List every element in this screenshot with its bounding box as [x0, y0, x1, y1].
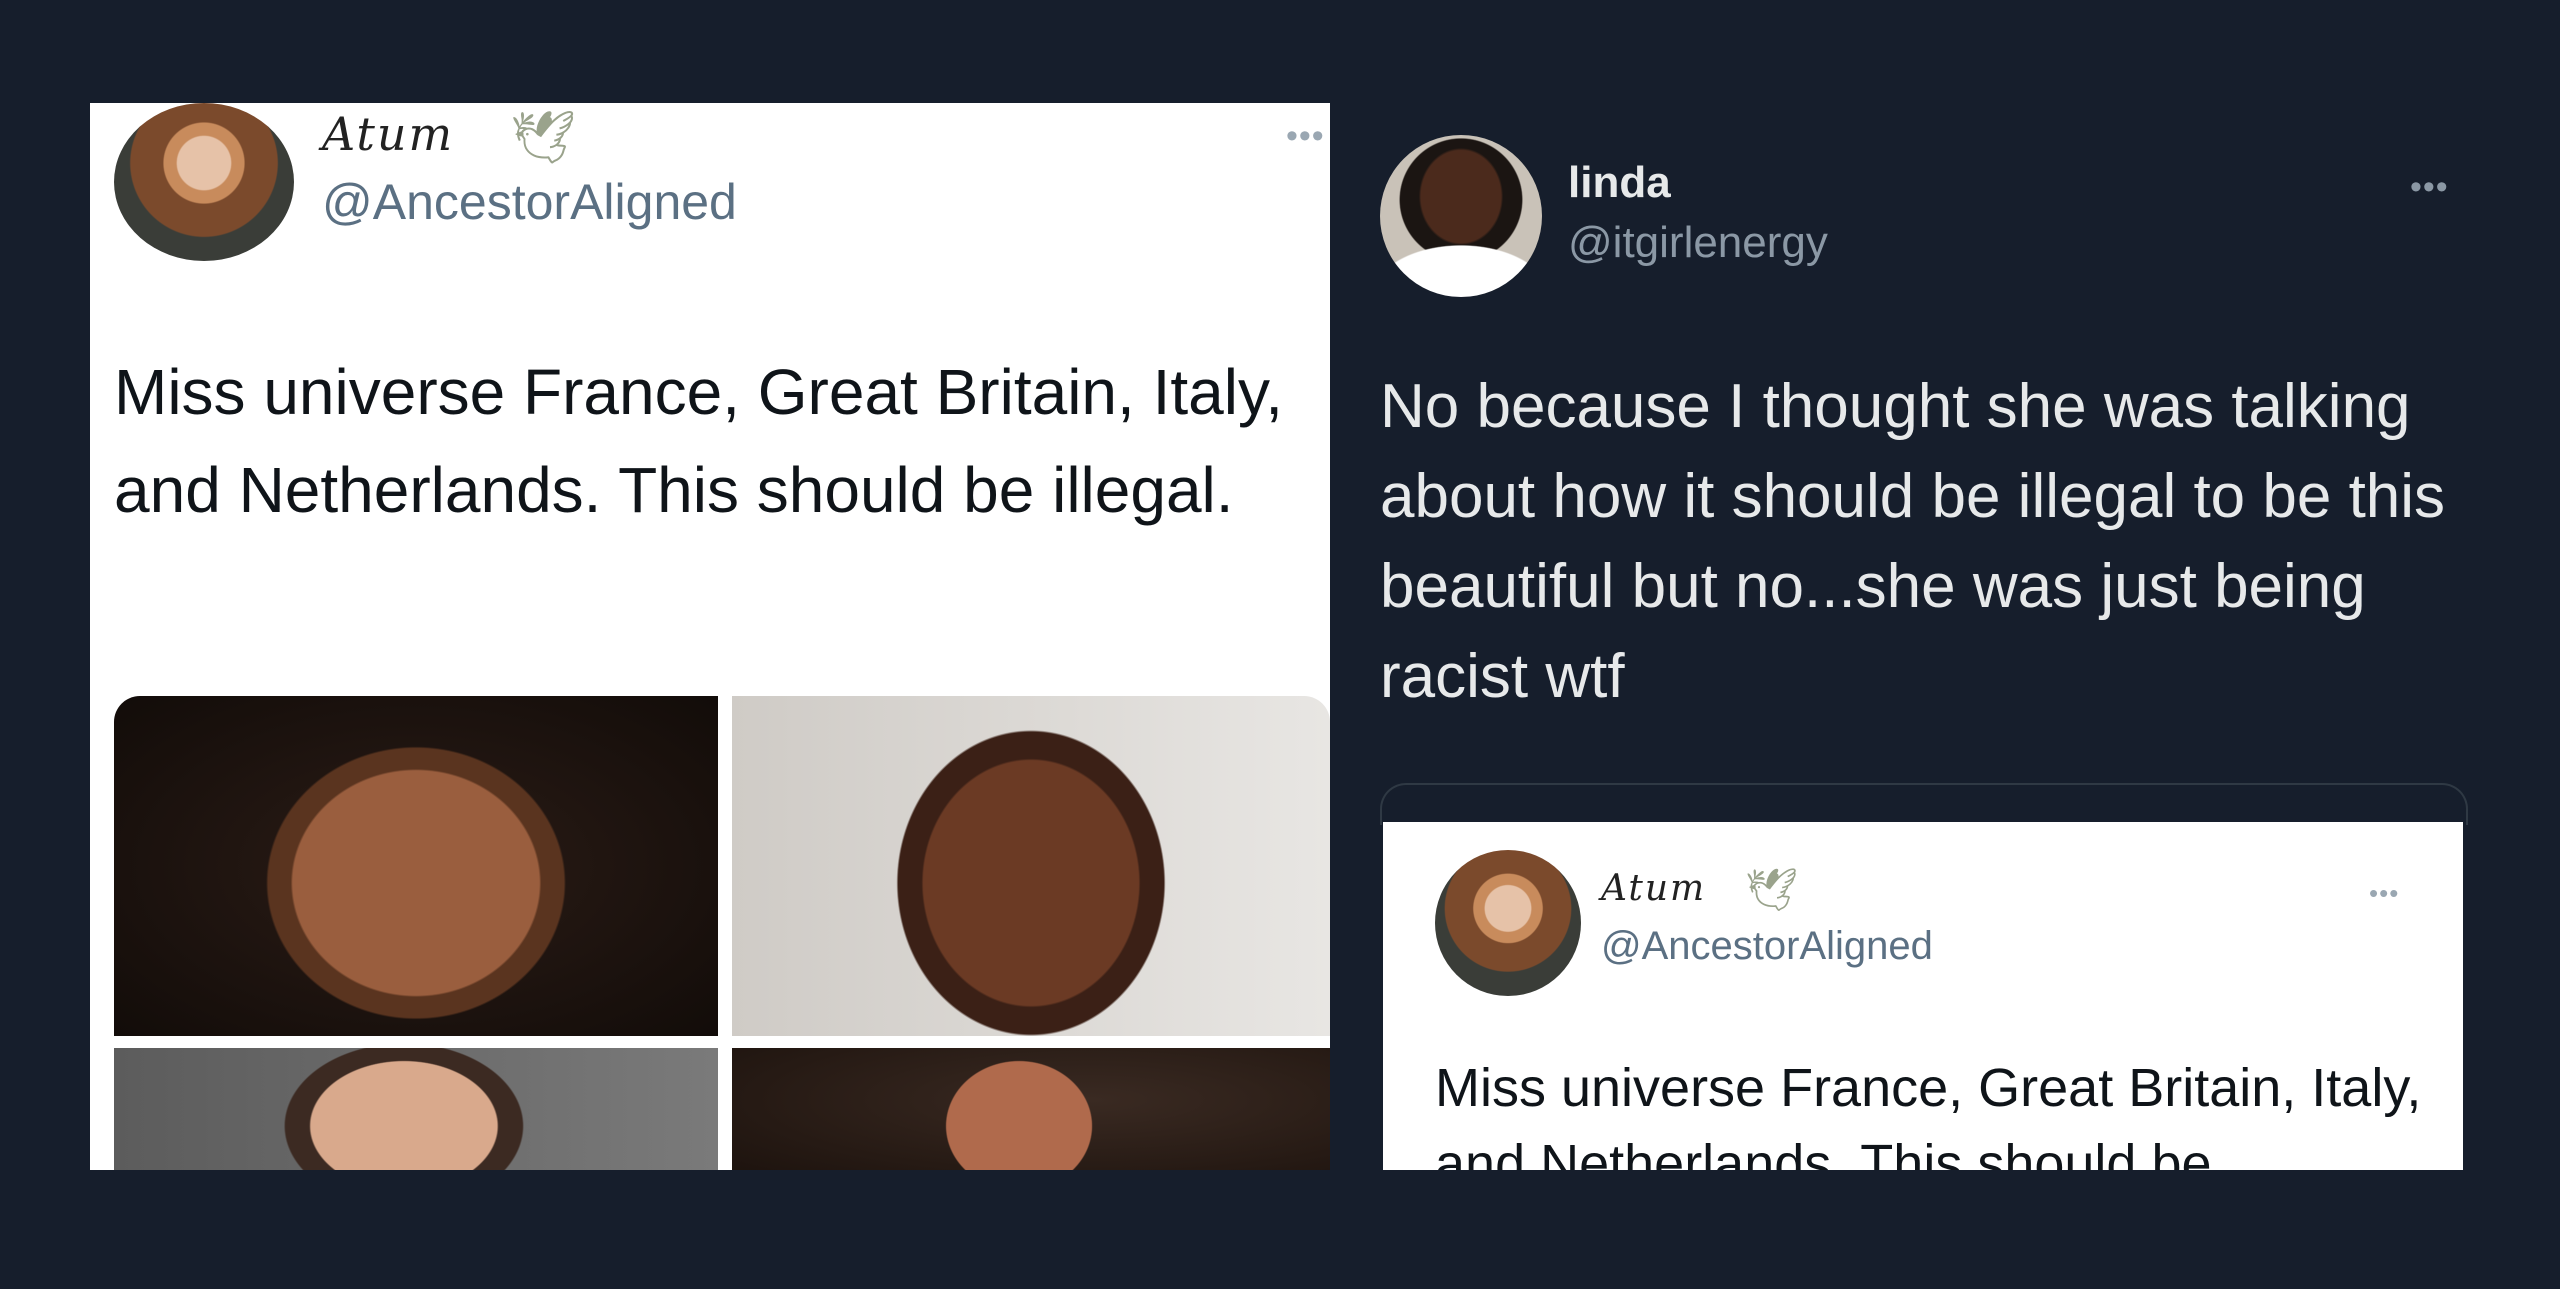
quote-tweet-border	[1380, 783, 2468, 825]
quoted-tweet-card[interactable]: Atum 🕊 @AncestorAligned ••• Miss univers…	[1383, 822, 2463, 1170]
tweet-text: Miss universe France, Great Britain, Ita…	[114, 356, 1283, 526]
more-options-icon[interactable]: •••	[1286, 117, 1325, 156]
original-tweet-card[interactable]: Atum 🕊 @AncestorAligned ••• Miss univers…	[90, 103, 1330, 1170]
tweet-photo[interactable]	[732, 696, 1330, 1036]
tweet-photo[interactable]	[114, 1048, 718, 1170]
display-name[interactable]: linda	[1568, 158, 1671, 208]
tweet-photo[interactable]	[732, 1048, 1330, 1170]
more-options-icon[interactable]: •••	[2410, 168, 2449, 207]
tweet-text: Miss universe France, Great Britain, Ita…	[1435, 1058, 2422, 1170]
display-name[interactable]: Atum	[1601, 868, 1706, 909]
user-handle[interactable]: @itgirlenergy	[1568, 218, 1828, 268]
avatar[interactable]	[1380, 135, 1542, 297]
avatar[interactable]	[114, 103, 294, 261]
avatar[interactable]	[1435, 850, 1581, 996]
user-handle[interactable]: @AncestorAligned	[1601, 924, 1933, 969]
dove-icon: 🕊	[510, 109, 577, 167]
display-name[interactable]: Atum	[322, 107, 454, 161]
dove-icon: 🕊	[1745, 866, 1799, 913]
tweet-text: No because I thought she was talking abo…	[1380, 372, 2446, 711]
user-handle[interactable]: @AncestorAligned	[322, 173, 737, 231]
tweet-photo[interactable]	[114, 696, 718, 1036]
more-options-icon[interactable]: •••	[2369, 878, 2399, 909]
